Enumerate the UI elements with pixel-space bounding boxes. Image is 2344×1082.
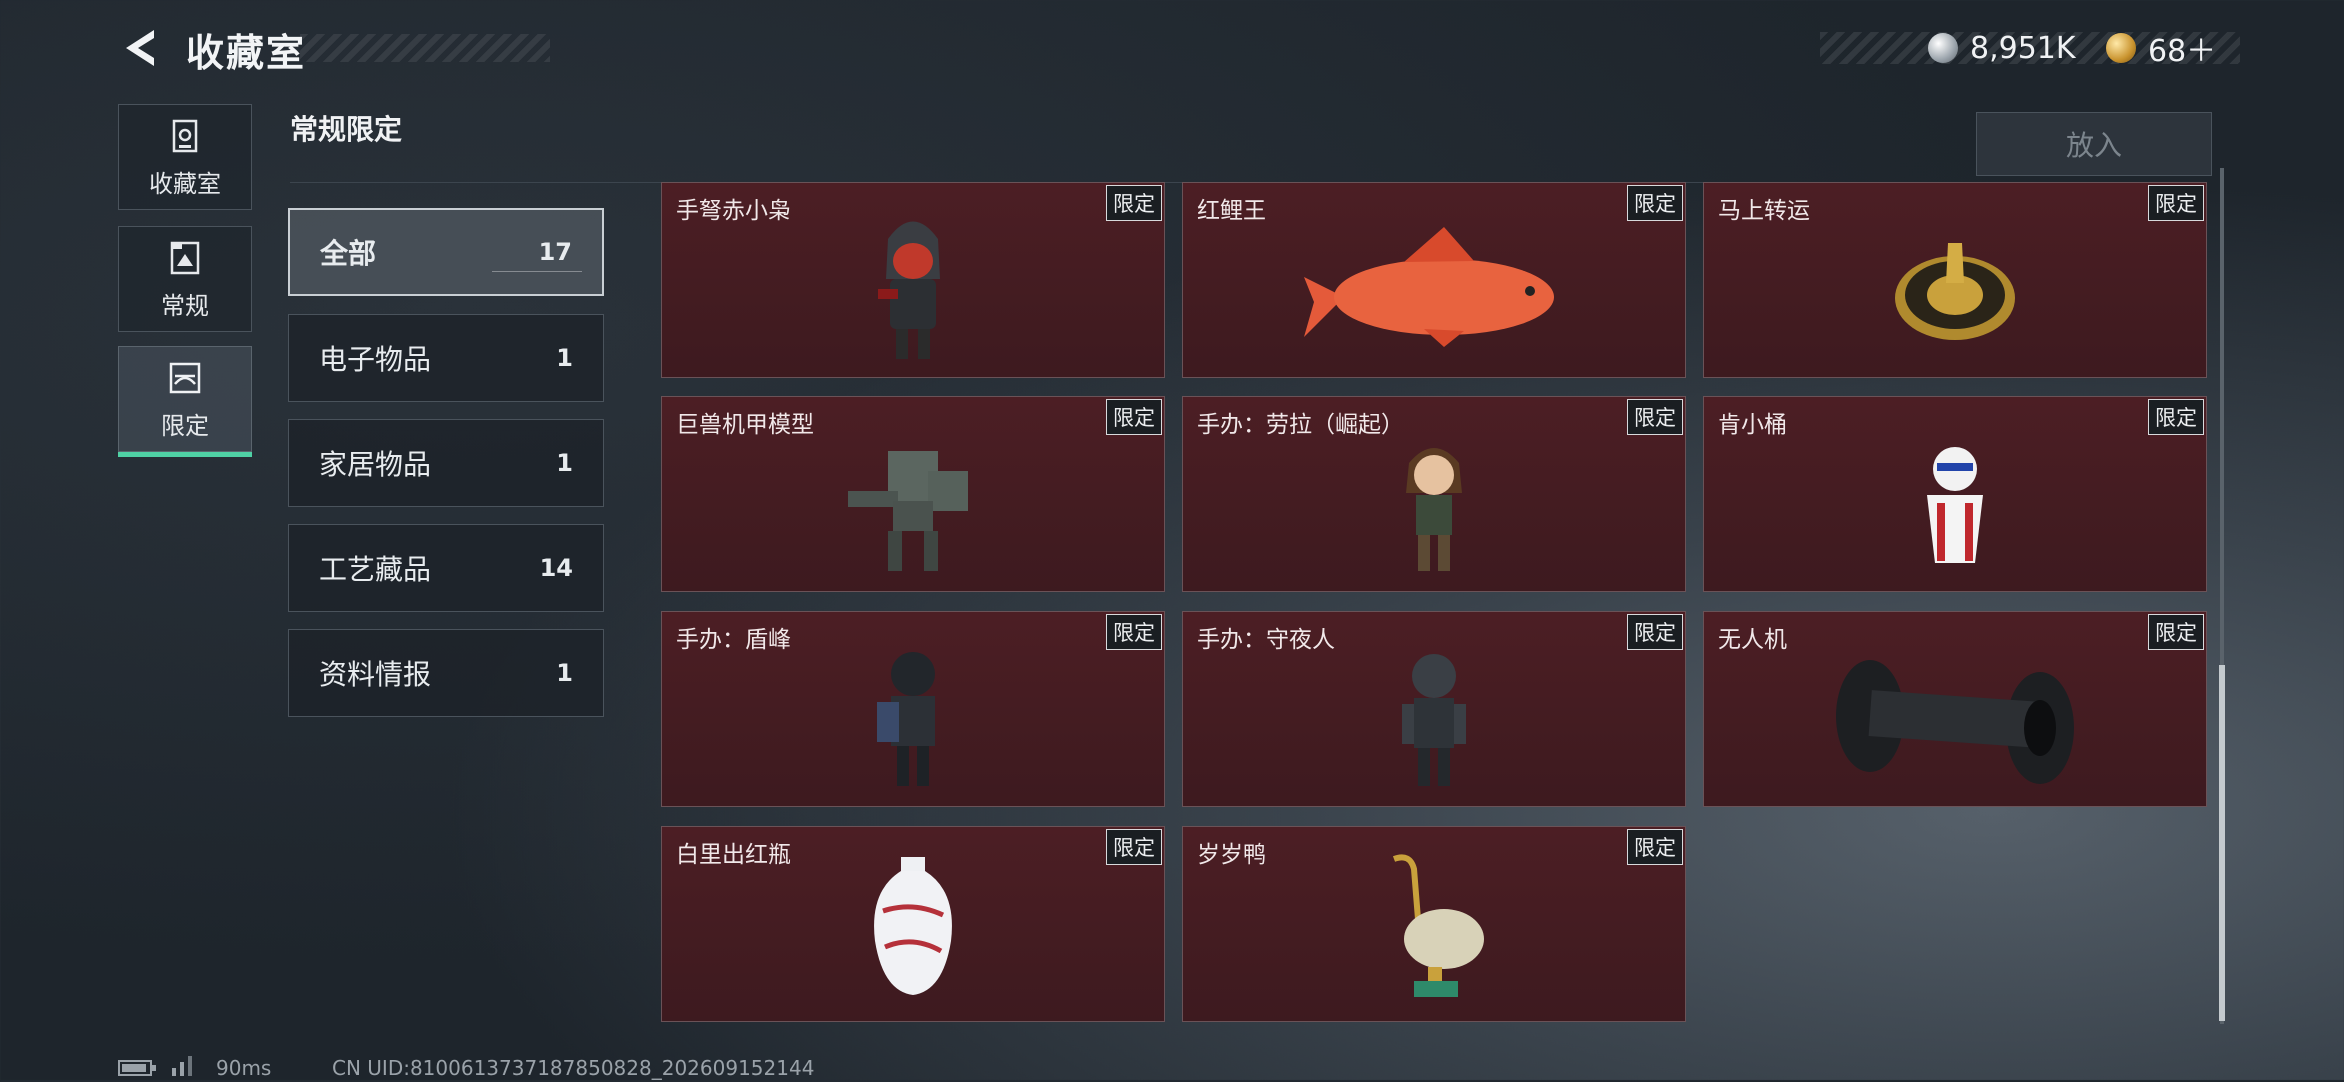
page-title: 收藏室: [186, 31, 307, 75]
item-name: 手办：守夜人: [1197, 627, 1335, 653]
night-watcher-figure-icon: [1402, 654, 1466, 786]
category-label: 全部: [320, 237, 377, 270]
nav-label: 收藏室: [149, 169, 221, 198]
nav-label: 常规: [161, 291, 209, 320]
silver-currency: 8,951K: [1928, 28, 2076, 68]
item-card[interactable]: 巨兽机甲模型 限定: [661, 396, 1165, 592]
limited-tag: 限定: [1106, 614, 1162, 650]
red-carp-icon: [1304, 227, 1554, 347]
nav-item-regular[interactable]: 常规: [118, 226, 252, 332]
limited-tag: 限定: [1627, 399, 1683, 435]
regular-icon: [170, 241, 200, 274]
item-name: 岁岁鸭: [1197, 842, 1266, 868]
category-count: 1: [556, 344, 573, 372]
item-name: 手办：盾峰: [676, 627, 791, 653]
battery-icon: [118, 1058, 158, 1082]
vault-icon: [172, 119, 198, 152]
item-name: 马上转运: [1718, 198, 1810, 224]
category-label: 工艺藏品: [319, 553, 432, 586]
category-all[interactable]: 全部 17: [288, 208, 604, 296]
item-name: 无人机: [1718, 627, 1787, 653]
shield-soldier-figure-icon: [877, 652, 935, 786]
title-decoration: [300, 34, 550, 62]
back-arrow-icon: [126, 30, 154, 66]
drone-roller-icon: [1836, 660, 2074, 784]
gold-amount: 68＋: [2148, 34, 2217, 69]
nav-item-limited[interactable]: 限定: [118, 346, 252, 457]
limited-tag: 限定: [1106, 185, 1162, 221]
limited-tag: 限定: [2148, 185, 2204, 221]
category-label: 资料情报: [319, 658, 432, 691]
item-card[interactable]: 肯小桶 限定: [1703, 396, 2207, 592]
item-card[interactable]: 岁岁鸭 限定: [1182, 826, 1686, 1022]
category-count: 1: [556, 449, 573, 477]
colonel-bucket-icon: [1927, 447, 1983, 563]
category-underline: [492, 271, 582, 272]
item-name: 白里出红瓶: [676, 842, 791, 868]
item-name: 红鲤王: [1197, 198, 1266, 224]
category-intel[interactable]: 资料情报 1: [288, 629, 604, 717]
hooded-figure-icon: [878, 221, 940, 359]
limited-tag: 限定: [1106, 829, 1162, 865]
lara-figure-icon: [1406, 448, 1462, 571]
item-name: 肯小桶: [1718, 412, 1787, 438]
silver-amount: 8,951K: [1970, 30, 2076, 66]
scrollbar-thumb[interactable]: [2219, 665, 2225, 1021]
signal-icon: [170, 1054, 200, 1081]
limited-tag: 限定: [2148, 399, 2204, 435]
category-label: 家居物品: [319, 448, 432, 481]
limited-tag: 限定: [1627, 185, 1683, 221]
category-count: 1: [556, 659, 573, 687]
limited-tag: 限定: [1627, 829, 1683, 865]
put-in-button[interactable]: 放入: [1976, 112, 2212, 176]
item-card[interactable]: 红鲤王 限定: [1182, 182, 1686, 378]
item-name: 手办：劳拉（崛起）: [1197, 412, 1404, 438]
category-count: 14: [539, 554, 573, 582]
silver-coin-icon: [1928, 33, 1958, 63]
nav-item-vault[interactable]: 收藏室: [118, 104, 252, 210]
porcelain-vase-icon: [874, 857, 952, 995]
nav-label: 限定: [161, 411, 209, 440]
item-name: 巨兽机甲模型: [676, 412, 814, 438]
category-label: 电子物品: [319, 343, 432, 376]
category-count: 17: [538, 238, 572, 266]
ping-text: 90ms: [216, 1056, 272, 1080]
category-household[interactable]: 家居物品 1: [288, 419, 604, 507]
item-card[interactable]: 手办：守夜人 限定: [1182, 611, 1686, 807]
limited-tag: 限定: [1106, 399, 1162, 435]
gold-currency[interactable]: 68＋: [2106, 28, 2217, 69]
golden-horse-disc-icon: [1895, 243, 2015, 340]
item-card[interactable]: 手办：劳拉（崛起） 限定: [1182, 396, 1686, 592]
uid-text: CN UID:8100613737187850828_202609152144: [332, 1056, 815, 1080]
category-electronics[interactable]: 电子物品 1: [288, 314, 604, 402]
item-card[interactable]: 马上转运 限定: [1703, 182, 2207, 378]
mech-model-icon: [848, 451, 968, 571]
category-crafts[interactable]: 工艺藏品 14: [288, 524, 604, 612]
limited-tag: 限定: [2148, 614, 2204, 650]
back-button[interactable]: [118, 26, 162, 70]
limited-icon: [169, 362, 201, 393]
item-card[interactable]: 手办：盾峰 限定: [661, 611, 1165, 807]
item-name: 手弩赤小枭: [676, 198, 791, 224]
item-card[interactable]: 白里出红瓶 限定: [661, 826, 1165, 1022]
item-card[interactable]: 无人机 限定: [1703, 611, 2207, 807]
section-title: 常规限定: [290, 113, 403, 146]
item-card[interactable]: 手弩赤小枭 限定: [661, 182, 1165, 378]
gold-coin-icon: [2106, 33, 2136, 63]
limited-tag: 限定: [1627, 614, 1683, 650]
cloisonne-duck-icon: [1392, 854, 1484, 997]
